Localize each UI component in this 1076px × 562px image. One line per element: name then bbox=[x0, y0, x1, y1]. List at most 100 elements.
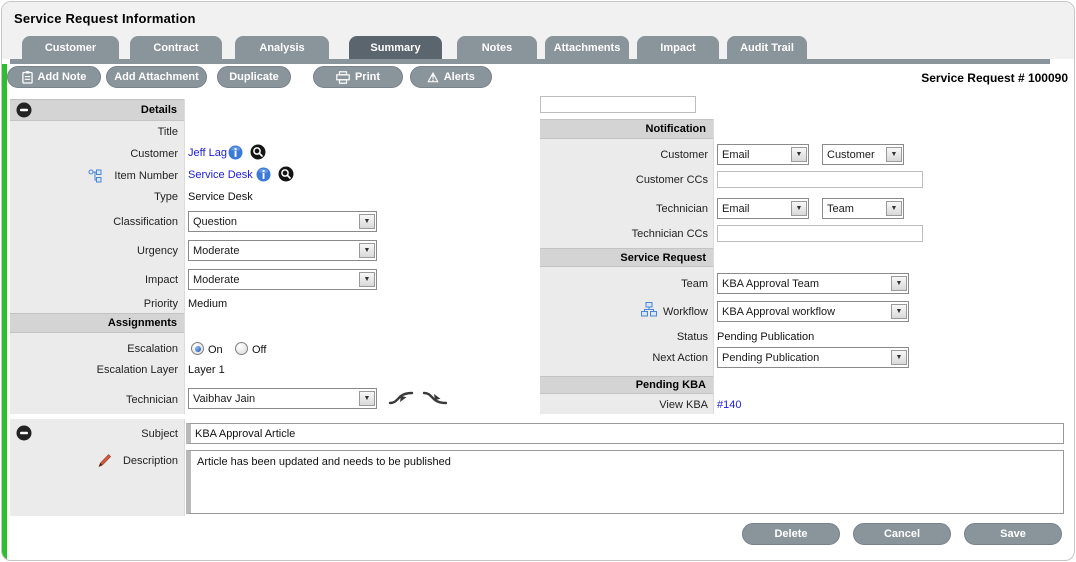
tab-underline bbox=[10, 59, 1050, 64]
urgency-select[interactable]: Moderate ▼ bbox=[188, 240, 377, 261]
description-label: Description bbox=[10, 455, 178, 467]
notification-customer-method-select[interactable]: Email ▼ bbox=[717, 144, 809, 165]
escalation-on-label: On bbox=[208, 344, 223, 356]
quick-search-input[interactable] bbox=[540, 96, 696, 113]
escalate-up-icon[interactable] bbox=[388, 389, 414, 407]
pending-kba-section-header: Pending KBA bbox=[540, 376, 713, 394]
add-attachment-button[interactable]: Add Attachment bbox=[106, 66, 207, 88]
chevron-down-icon[interactable]: ▼ bbox=[359, 214, 375, 229]
item-search-icon[interactable] bbox=[278, 166, 294, 182]
tab-customer[interactable]: Customer bbox=[22, 36, 119, 59]
save-button[interactable]: Save bbox=[964, 523, 1062, 545]
green-accent-strip bbox=[2, 64, 7, 559]
notification-technician-method-select[interactable]: Email ▼ bbox=[717, 198, 809, 219]
notification-customer-target-select[interactable]: Customer ▼ bbox=[822, 144, 904, 165]
technician-ccs-input[interactable] bbox=[717, 225, 923, 242]
next-action-select[interactable]: Pending Publication ▼ bbox=[717, 347, 909, 368]
print-button[interactable]: Print bbox=[313, 66, 403, 88]
notification-technician-target-select[interactable]: Team ▼ bbox=[822, 198, 904, 219]
collapse-details-button[interactable] bbox=[16, 102, 32, 118]
item-number-label: Item Number bbox=[10, 170, 178, 182]
chevron-down-icon[interactable]: ▼ bbox=[886, 147, 902, 162]
customer-info-icon[interactable] bbox=[228, 145, 243, 160]
tab-analysis[interactable]: Analysis bbox=[235, 36, 329, 59]
notification-technician-label: Technician bbox=[540, 203, 708, 215]
classification-label: Classification bbox=[10, 216, 178, 228]
duplicate-button[interactable]: Duplicate bbox=[217, 66, 291, 88]
item-info-icon[interactable] bbox=[256, 167, 271, 182]
deescalate-down-icon[interactable] bbox=[422, 389, 448, 407]
escalation-on-radio[interactable] bbox=[191, 342, 204, 355]
alerts-label: Alerts bbox=[444, 71, 475, 83]
next-action-label: Next Action bbox=[540, 352, 708, 364]
impact-select[interactable]: Moderate ▼ bbox=[188, 269, 377, 290]
team-label: Team bbox=[540, 278, 708, 290]
details-section-header: Details bbox=[10, 99, 184, 121]
notification-technician-target-value: Team bbox=[823, 203, 885, 215]
tab-impact[interactable]: Impact bbox=[637, 36, 719, 59]
technician-label: Technician bbox=[10, 394, 178, 406]
cancel-label: Cancel bbox=[884, 528, 920, 540]
chevron-down-icon[interactable]: ▼ bbox=[891, 350, 907, 365]
technician-select[interactable]: Vaibhav Jain ▼ bbox=[188, 388, 377, 409]
chevron-down-icon[interactable]: ▼ bbox=[359, 243, 375, 258]
customer-search-icon[interactable] bbox=[250, 144, 266, 160]
description-textarea[interactable]: Article has been updated and needs to be… bbox=[186, 450, 1064, 514]
urgency-label: Urgency bbox=[10, 245, 178, 257]
workflow-value: KBA Approval workflow bbox=[718, 306, 890, 318]
escalation-layer-value: Layer 1 bbox=[188, 364, 225, 376]
title-label: Title bbox=[10, 126, 178, 138]
notification-header-label: Notification bbox=[646, 123, 707, 135]
escalation-off-radio[interactable] bbox=[235, 342, 248, 355]
service-request-window: Service Request Information Customer Con… bbox=[1, 1, 1075, 561]
alerts-button[interactable]: ⚠ Alerts bbox=[410, 66, 492, 88]
notification-technician-method-value: Email bbox=[718, 203, 790, 215]
delete-label: Delete bbox=[774, 528, 807, 540]
impact-label: Impact bbox=[10, 274, 178, 286]
chevron-down-icon[interactable]: ▼ bbox=[891, 276, 907, 291]
team-select[interactable]: KBA Approval Team ▼ bbox=[717, 273, 909, 294]
chevron-down-icon[interactable]: ▼ bbox=[791, 147, 807, 162]
classification-value: Question bbox=[189, 216, 358, 228]
escalation-layer-label: Escalation Layer bbox=[10, 364, 178, 376]
view-kba-label: View KBA bbox=[540, 399, 708, 411]
status-label: Status bbox=[540, 331, 708, 343]
add-note-label: Add Note bbox=[38, 71, 87, 83]
customer-link[interactable]: Jeff Lag bbox=[188, 147, 227, 159]
tab-contract[interactable]: Contract bbox=[130, 36, 222, 59]
note-icon bbox=[22, 71, 33, 84]
tab-summary[interactable]: Summary bbox=[349, 36, 442, 59]
print-label: Print bbox=[355, 71, 380, 83]
add-attachment-label: Add Attachment bbox=[114, 71, 199, 83]
page-title: Service Request Information bbox=[14, 11, 196, 26]
delete-button[interactable]: Delete bbox=[742, 523, 840, 545]
view-kba-link[interactable]: #140 bbox=[717, 399, 741, 411]
add-note-button[interactable]: Add Note bbox=[7, 66, 101, 88]
subject-label: Subject bbox=[10, 428, 178, 440]
type-label: Type bbox=[10, 191, 178, 203]
chevron-down-icon[interactable]: ▼ bbox=[791, 201, 807, 216]
chevron-down-icon[interactable]: ▼ bbox=[886, 201, 902, 216]
tab-audit-trail[interactable]: Audit Trail bbox=[727, 36, 807, 59]
type-value: Service Desk bbox=[188, 191, 253, 203]
urgency-value: Moderate bbox=[189, 245, 358, 257]
classification-select[interactable]: Question ▼ bbox=[188, 211, 377, 232]
workflow-select[interactable]: KBA Approval workflow ▼ bbox=[717, 301, 909, 322]
customer-ccs-label: Customer CCs bbox=[540, 174, 708, 186]
impact-value: Moderate bbox=[189, 274, 358, 286]
tab-notes[interactable]: Notes bbox=[457, 36, 537, 59]
item-number-link[interactable]: Service Desk bbox=[188, 169, 253, 181]
chevron-down-icon[interactable]: ▼ bbox=[359, 272, 375, 287]
escalation-label: Escalation bbox=[10, 343, 178, 355]
subject-input[interactable] bbox=[186, 423, 1064, 444]
tab-attachments[interactable]: Attachments bbox=[545, 36, 629, 59]
customer-ccs-input[interactable] bbox=[717, 171, 923, 188]
alert-triangle-icon: ⚠ bbox=[427, 71, 439, 84]
chevron-down-icon[interactable]: ▼ bbox=[359, 391, 375, 406]
cancel-button[interactable]: Cancel bbox=[853, 523, 951, 545]
technician-ccs-label: Technician CCs bbox=[540, 228, 708, 240]
escalation-off-label: Off bbox=[252, 344, 266, 356]
workflow-label: Workflow bbox=[540, 306, 708, 318]
notification-section-header: Notification bbox=[540, 119, 713, 139]
chevron-down-icon[interactable]: ▼ bbox=[891, 304, 907, 319]
